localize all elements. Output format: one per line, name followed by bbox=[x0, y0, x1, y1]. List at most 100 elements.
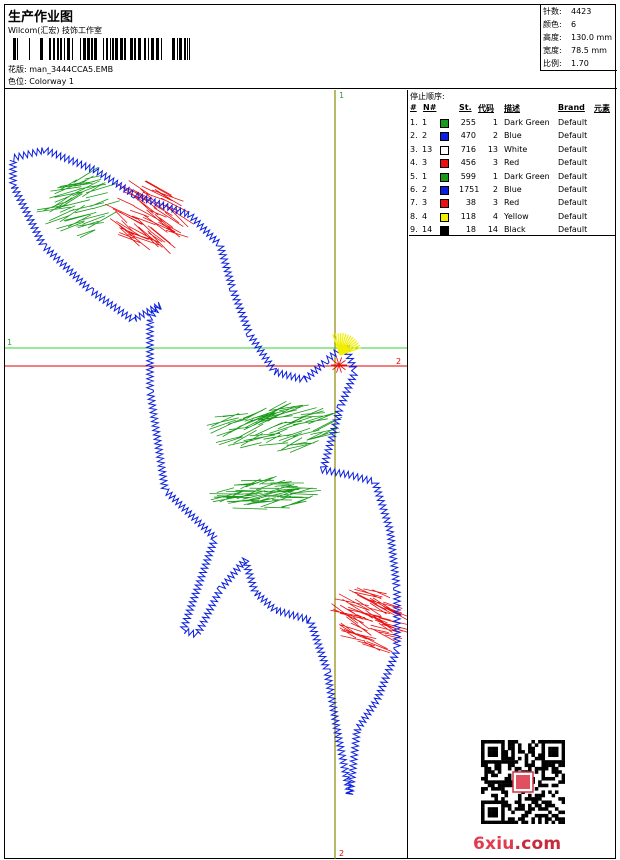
table-row: 9. 14 18 14 Black Default bbox=[409, 225, 616, 238]
green-fill-body-upper bbox=[206, 400, 343, 453]
row-description: White bbox=[504, 144, 528, 154]
color-swatch bbox=[440, 226, 449, 236]
row-index: 8. bbox=[410, 211, 418, 221]
header: 生产作业图 Wilcom(汇宏) 技饰工作室 花版: man_3444CCA5.… bbox=[5, 5, 617, 89]
row-needle: 14 bbox=[422, 225, 433, 235]
stat-scale: 比例: 1.70 bbox=[543, 59, 589, 68]
marker-h-right: 2 bbox=[396, 357, 401, 366]
row-stitches: 38 bbox=[465, 198, 476, 208]
row-stitches: 1751 bbox=[459, 185, 480, 194]
watermark-site: 6xiu.com bbox=[473, 834, 562, 854]
satin-outline bbox=[8, 146, 402, 795]
row-brand: Default bbox=[558, 211, 588, 221]
row-needle: 4 bbox=[422, 211, 428, 221]
marker-v-top: 1 bbox=[339, 91, 344, 100]
row-description: Black bbox=[504, 225, 526, 235]
col-description: 描述 bbox=[504, 104, 520, 113]
table-row: 8. 4 118 4 Yellow Default bbox=[409, 212, 616, 225]
stats-box: 针数: 4423 颜色: 6 高度: 130.0 mm 宽度: 78.5 mm 比例: 1… bbox=[540, 5, 617, 71]
row-stitches: 599 bbox=[460, 171, 476, 181]
col-stitches: St. bbox=[459, 103, 472, 112]
row-code: 13 bbox=[487, 144, 498, 154]
row-code: 14 bbox=[487, 225, 498, 235]
row-index: 9. bbox=[410, 225, 418, 235]
col-brand: Brand bbox=[558, 103, 585, 112]
red-fill-ear bbox=[105, 180, 194, 255]
row-description: Red bbox=[504, 158, 520, 168]
color-swatch bbox=[440, 172, 449, 182]
row-needle: 2 bbox=[422, 185, 428, 194]
col-code: 代码 bbox=[478, 104, 494, 113]
row-stitches: 118 bbox=[460, 211, 476, 221]
table-row: 6. 2 1751 2 Blue Default bbox=[409, 185, 616, 198]
col-needle: N# bbox=[423, 103, 437, 112]
green-fill-body-lower bbox=[209, 476, 321, 510]
row-brand: Default bbox=[558, 144, 588, 154]
row-index: 7. bbox=[410, 198, 418, 208]
table-row: 3. 13 716 13 White Default bbox=[409, 145, 616, 158]
col-index: # bbox=[410, 103, 417, 112]
row-brand: Default bbox=[558, 225, 588, 235]
row-code: 2 bbox=[492, 185, 498, 194]
table-row: 7. 3 38 3 Red Default bbox=[409, 198, 616, 211]
row-needle: 2 bbox=[422, 131, 428, 141]
color-swatch bbox=[440, 132, 449, 142]
color-swatch bbox=[440, 159, 449, 169]
table-row: 5. 1 599 1 Dark Green Default bbox=[409, 172, 616, 185]
design-canvas[interactable]: 1 2 1 2 bbox=[5, 90, 408, 859]
color-swatch bbox=[440, 212, 449, 222]
pattern-filename: man_3444CCA5.EMB bbox=[29, 65, 114, 74]
row-description: Red bbox=[504, 198, 520, 208]
stat-height: 高度: 130.0 mm bbox=[543, 33, 613, 42]
row-description: Dark Green bbox=[504, 118, 550, 127]
table-header: # N# St. 代码 描述 Brand 元素 bbox=[409, 103, 616, 114]
row-description: Yellow bbox=[504, 211, 529, 221]
row-description: Blue bbox=[504, 185, 522, 194]
stat-stitches: 针数: 4423 bbox=[543, 7, 592, 16]
embroidery-design: 1 2 1 2 bbox=[5, 90, 407, 859]
row-brand: Default bbox=[558, 171, 588, 181]
row-needle: 1 bbox=[422, 118, 428, 127]
stat-colors: 颜色: 6 bbox=[543, 20, 577, 29]
marker-v-bottom: 2 bbox=[339, 849, 344, 858]
row-index: 4. bbox=[410, 158, 418, 168]
color-swatch bbox=[440, 119, 449, 128]
worksheet-frame: 生产作业图 Wilcom(汇宏) 技饰工作室 花版: man_3444CCA5.… bbox=[4, 4, 617, 859]
col-element: 元素 bbox=[594, 104, 610, 113]
row-stitches: 18 bbox=[465, 225, 476, 235]
colorway-label: 色位: bbox=[8, 77, 27, 86]
pattern-label: 花版: bbox=[8, 65, 27, 74]
stop-sequence-table: 停止顺序: # N# St. 代码 描述 Brand 元素 1. 1 255 1 Dar… bbox=[409, 90, 616, 236]
row-stitches: 456 bbox=[460, 158, 476, 168]
row-code: 3 bbox=[492, 158, 498, 168]
color-swatch bbox=[440, 145, 449, 155]
row-description: Dark Green bbox=[504, 171, 550, 181]
row-code: 1 bbox=[492, 171, 498, 181]
row-code: 3 bbox=[492, 198, 498, 208]
row-stitches: 470 bbox=[460, 131, 476, 141]
stat-width: 宽度: 78.5 mm bbox=[543, 46, 607, 55]
row-stitches: 716 bbox=[460, 144, 476, 154]
row-brand: Default bbox=[558, 158, 588, 168]
row-needle: 3 bbox=[422, 198, 428, 208]
table-row: 4. 3 456 3 Red Default bbox=[409, 158, 616, 171]
outline-stitch-path bbox=[8, 146, 402, 795]
table-row: 2. 2 470 2 Blue Default bbox=[409, 131, 616, 144]
colorway-value: Colorway 1 bbox=[29, 77, 74, 86]
row-needle: 13 bbox=[422, 144, 433, 154]
row-code: 4 bbox=[492, 211, 498, 221]
row-index: 2. bbox=[410, 131, 418, 141]
row-index: 6. bbox=[410, 185, 418, 194]
color-swatch bbox=[440, 186, 449, 195]
row-brand: Default bbox=[558, 118, 588, 127]
row-index: 1. bbox=[410, 118, 418, 127]
row-index: 3. bbox=[410, 144, 418, 154]
fill-stitches bbox=[36, 166, 407, 654]
row-description: Blue bbox=[504, 131, 522, 141]
colorway-line: 色位: Colorway 1 bbox=[8, 76, 74, 87]
row-stitches: 255 bbox=[460, 118, 476, 127]
sequence-title: 停止顺序: bbox=[410, 92, 445, 101]
row-index: 5. bbox=[410, 171, 418, 181]
row-needle: 3 bbox=[422, 158, 428, 168]
row-code: 2 bbox=[492, 131, 498, 141]
